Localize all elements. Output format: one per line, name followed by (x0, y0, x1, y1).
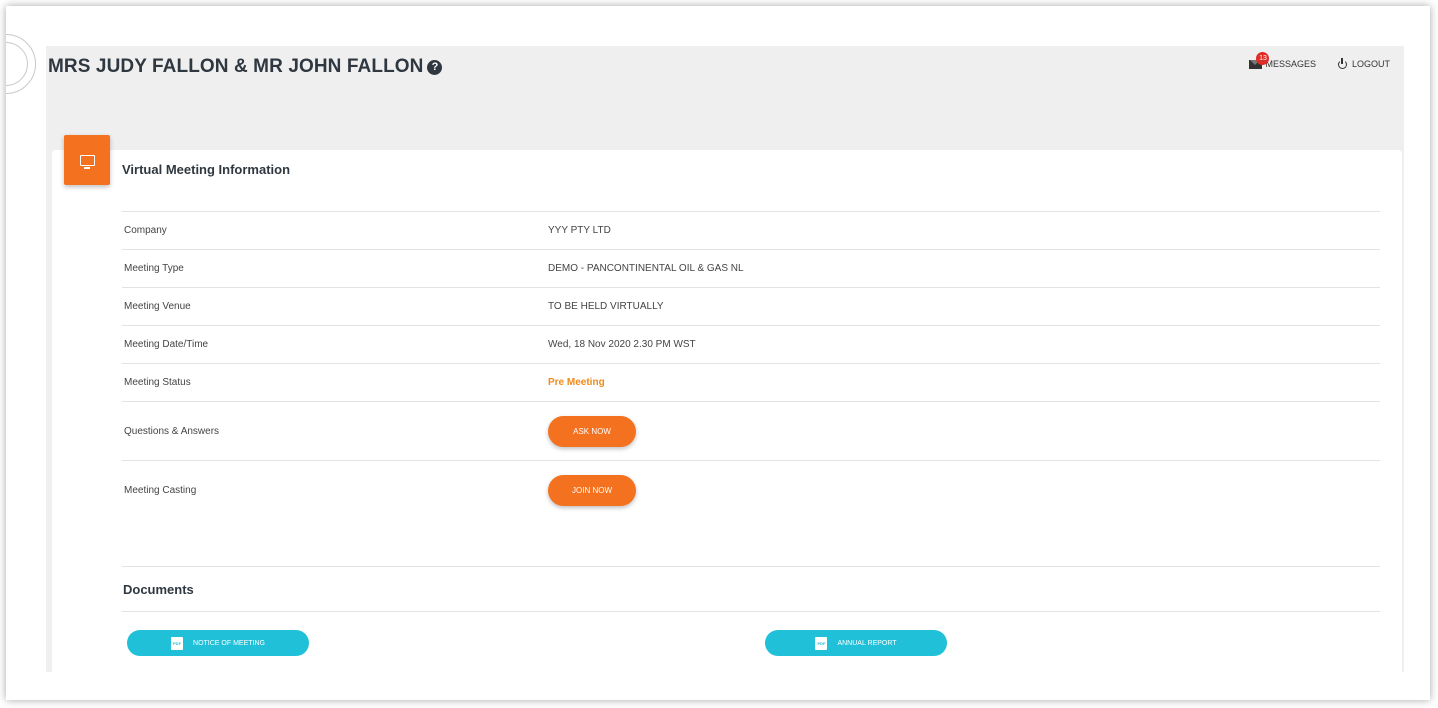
row-label: Questions & Answers (124, 425, 220, 437)
ask-now-button[interactable]: ASK NOW (548, 415, 636, 447)
row-label: Meeting Casting (124, 484, 197, 496)
monitor-icon (79, 154, 95, 169)
join-now-button[interactable]: JOIN NOW (548, 474, 636, 506)
card-title: Virtual Meeting Information (122, 162, 291, 177)
row-value: DEMO - PANCONTINENTAL OIL & GAS NL (548, 263, 744, 274)
table-row: Meeting Date/Time Wed, 18 Nov 2020 2.30 … (122, 326, 1380, 364)
meeting-status-value: Pre Meeting (548, 377, 605, 388)
pdf-icon: PDF (171, 636, 184, 650)
row-value: YYY PTY LTD (548, 225, 611, 236)
pdf-icon: PDF (815, 636, 828, 650)
meeting-info-table: Company YYY PTY LTD Meeting Type DEMO - … (122, 211, 1380, 519)
row-value: Wed, 18 Nov 2020 2.30 PM WST (548, 339, 696, 350)
document-label: ANNUAL REPORT (837, 639, 897, 647)
messages-link[interactable]: 13 MESSAGES (1249, 52, 1316, 69)
row-label: Company (124, 225, 167, 236)
question-circle-icon[interactable]: ? (427, 60, 443, 75)
row-value: TO BE HELD VIRTUALLY (548, 301, 664, 312)
page-content: MRS JUDY FALLON & MR JOHN FALLON? 13 MES… (46, 46, 1404, 672)
row-value: JOIN NOW (548, 474, 1380, 506)
table-row: Meeting Status Pre Meeting (122, 364, 1380, 402)
document-label: NOTICE OF MEETING (193, 639, 265, 647)
row-label: Meeting Status (124, 377, 191, 388)
divider (122, 566, 1380, 567)
notice-of-meeting-button[interactable]: PDF NOTICE OF MEETING (127, 630, 309, 656)
row-label: Meeting Date/Time (124, 339, 209, 350)
row-value: ASK NOW (548, 415, 1380, 447)
divider (122, 611, 1380, 612)
table-row: Meeting Type DEMO - PANCONTINENTAL OIL &… (122, 250, 1380, 288)
browser-frame: MRS JUDY FALLON & MR JOHN FALLON? 13 MES… (6, 6, 1430, 700)
logout-label: LOGOUT (1351, 59, 1390, 69)
meeting-info-card: Virtual Meeting Information Company YYY … (52, 150, 1402, 672)
row-label: Meeting Venue (124, 301, 191, 312)
top-actions: 13 MESSAGES LOGOUT (1249, 52, 1390, 69)
table-row: Meeting Casting JOIN NOW (122, 461, 1380, 519)
annual-report-button[interactable]: PDF ANNUAL REPORT (765, 630, 947, 656)
table-row: Company YYY PTY LTD (122, 212, 1380, 250)
logout-link[interactable]: LOGOUT (1337, 57, 1390, 69)
table-row: Questions & Answers ASK NOW (122, 402, 1380, 461)
row-label: Meeting Type (124, 263, 184, 274)
page-title: MRS JUDY FALLON & MR JOHN FALLON? (48, 56, 443, 78)
meeting-card-badge (64, 135, 110, 185)
documents-heading: Documents (123, 582, 194, 597)
table-row: Meeting Venue TO BE HELD VIRTUALLY (122, 288, 1380, 326)
holder-name-text: MRS JUDY FALLON & MR JOHN FALLON (48, 56, 424, 77)
messages-label: MESSAGES (1265, 59, 1316, 69)
power-icon (1337, 57, 1347, 69)
